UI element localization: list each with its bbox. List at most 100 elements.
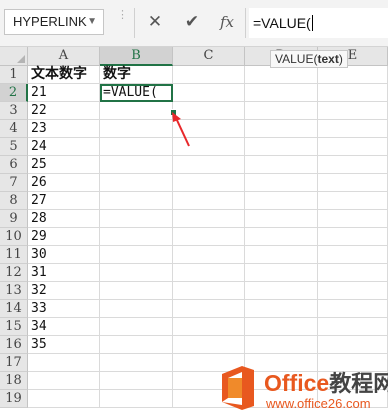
row-header-14[interactable]: 14 bbox=[0, 300, 28, 318]
row-header-1[interactable]: 1 bbox=[0, 66, 28, 84]
row-header-13[interactable]: 13 bbox=[0, 282, 28, 300]
row-header-19[interactable]: 19 bbox=[0, 390, 28, 408]
cell-d6[interactable] bbox=[245, 156, 318, 174]
cell-c9[interactable] bbox=[173, 210, 245, 228]
cell-a17[interactable] bbox=[28, 354, 100, 372]
cell-a18[interactable] bbox=[28, 372, 100, 390]
cell-c2[interactable] bbox=[173, 84, 245, 102]
column-header-a[interactable]: A bbox=[28, 47, 100, 66]
row-header-7[interactable]: 7 bbox=[0, 174, 28, 192]
cell-b9[interactable] bbox=[100, 210, 173, 228]
cell-d3[interactable] bbox=[245, 102, 318, 120]
cell-a16[interactable]: 35 bbox=[28, 336, 100, 354]
cell-a8[interactable]: 27 bbox=[28, 192, 100, 210]
cell-a7[interactable]: 26 bbox=[28, 174, 100, 192]
cell-a14[interactable]: 33 bbox=[28, 300, 100, 318]
cell-b1[interactable]: 数字 bbox=[100, 66, 173, 84]
row-header-4[interactable]: 4 bbox=[0, 120, 28, 138]
cell-e16[interactable] bbox=[318, 336, 388, 354]
cell-d1[interactable] bbox=[245, 66, 318, 84]
cell-a5[interactable]: 24 bbox=[28, 138, 100, 156]
cell-a19[interactable] bbox=[28, 390, 100, 408]
row-header-8[interactable]: 8 bbox=[0, 192, 28, 210]
cell-a2[interactable]: 21 bbox=[28, 84, 100, 102]
row-header-11[interactable]: 11 bbox=[0, 246, 28, 264]
cell-b17[interactable] bbox=[100, 354, 173, 372]
cell-b19[interactable] bbox=[100, 390, 173, 408]
cell-d13[interactable] bbox=[245, 282, 318, 300]
cell-a15[interactable]: 34 bbox=[28, 318, 100, 336]
cell-e8[interactable] bbox=[318, 192, 388, 210]
cell-d2[interactable] bbox=[245, 84, 318, 102]
cell-e5[interactable] bbox=[318, 138, 388, 156]
cell-b12[interactable] bbox=[100, 264, 173, 282]
cell-d7[interactable] bbox=[245, 174, 318, 192]
drag-handle-icon[interactable]: ⋮ bbox=[117, 10, 128, 32]
cell-a1[interactable]: 文本数字 bbox=[28, 66, 100, 84]
cancel-button[interactable]: ✕ bbox=[140, 10, 170, 34]
cell-d15[interactable] bbox=[245, 318, 318, 336]
cell-c1[interactable] bbox=[173, 66, 245, 84]
cell-b7[interactable] bbox=[100, 174, 173, 192]
row-header-15[interactable]: 15 bbox=[0, 318, 28, 336]
cell-c11[interactable] bbox=[173, 246, 245, 264]
chevron-down-icon[interactable]: ▼ bbox=[87, 10, 97, 34]
cell-a12[interactable]: 31 bbox=[28, 264, 100, 282]
cell-e2[interactable] bbox=[318, 84, 388, 102]
cell-b3[interactable] bbox=[100, 102, 173, 120]
cell-e9[interactable] bbox=[318, 210, 388, 228]
cell-c6[interactable] bbox=[173, 156, 245, 174]
row-header-16[interactable]: 16 bbox=[0, 336, 28, 354]
cell-a13[interactable]: 32 bbox=[28, 282, 100, 300]
cell-b11[interactable] bbox=[100, 246, 173, 264]
cell-e13[interactable] bbox=[318, 282, 388, 300]
name-box[interactable]: HYPERLINK ▼ bbox=[4, 9, 104, 35]
cell-c14[interactable] bbox=[173, 300, 245, 318]
cell-c13[interactable] bbox=[173, 282, 245, 300]
cell-a3[interactable]: 22 bbox=[28, 102, 100, 120]
cell-a4[interactable]: 23 bbox=[28, 120, 100, 138]
cell-e1[interactable] bbox=[318, 66, 388, 84]
cell-c10[interactable] bbox=[173, 228, 245, 246]
tooltip-argument[interactable]: text bbox=[317, 52, 338, 66]
cell-b15[interactable] bbox=[100, 318, 173, 336]
cell-d16[interactable] bbox=[245, 336, 318, 354]
cell-e10[interactable] bbox=[318, 228, 388, 246]
cell-e6[interactable] bbox=[318, 156, 388, 174]
enter-button[interactable]: ✔ bbox=[177, 10, 207, 34]
cell-b4[interactable] bbox=[100, 120, 173, 138]
cell-e14[interactable] bbox=[318, 300, 388, 318]
cell-a6[interactable]: 25 bbox=[28, 156, 100, 174]
cell-e15[interactable] bbox=[318, 318, 388, 336]
cell-b18[interactable] bbox=[100, 372, 173, 390]
cell-c8[interactable] bbox=[173, 192, 245, 210]
cell-d11[interactable] bbox=[245, 246, 318, 264]
cell-b13[interactable] bbox=[100, 282, 173, 300]
cell-b14[interactable] bbox=[100, 300, 173, 318]
cell-d8[interactable] bbox=[245, 192, 318, 210]
cell-b6[interactable] bbox=[100, 156, 173, 174]
row-header-9[interactable]: 9 bbox=[0, 210, 28, 228]
cell-d14[interactable] bbox=[245, 300, 318, 318]
cell-e7[interactable] bbox=[318, 174, 388, 192]
row-header-18[interactable]: 18 bbox=[0, 372, 28, 390]
formula-input[interactable]: =VALUE( bbox=[249, 8, 388, 38]
cell-d4[interactable] bbox=[245, 120, 318, 138]
row-header-17[interactable]: 17 bbox=[0, 354, 28, 372]
select-all-button[interactable] bbox=[0, 47, 28, 66]
cell-c16[interactable] bbox=[173, 336, 245, 354]
cell-c7[interactable] bbox=[173, 174, 245, 192]
cell-e11[interactable] bbox=[318, 246, 388, 264]
cell-a11[interactable]: 30 bbox=[28, 246, 100, 264]
cell-b10[interactable] bbox=[100, 228, 173, 246]
cell-e4[interactable] bbox=[318, 120, 388, 138]
cell-e12[interactable] bbox=[318, 264, 388, 282]
row-header-3[interactable]: 3 bbox=[0, 102, 28, 120]
cell-a9[interactable]: 28 bbox=[28, 210, 100, 228]
column-header-b[interactable]: B bbox=[100, 47, 173, 66]
cell-d5[interactable] bbox=[245, 138, 318, 156]
row-header-5[interactable]: 5 bbox=[0, 138, 28, 156]
cell-d9[interactable] bbox=[245, 210, 318, 228]
row-header-6[interactable]: 6 bbox=[0, 156, 28, 174]
cell-b8[interactable] bbox=[100, 192, 173, 210]
